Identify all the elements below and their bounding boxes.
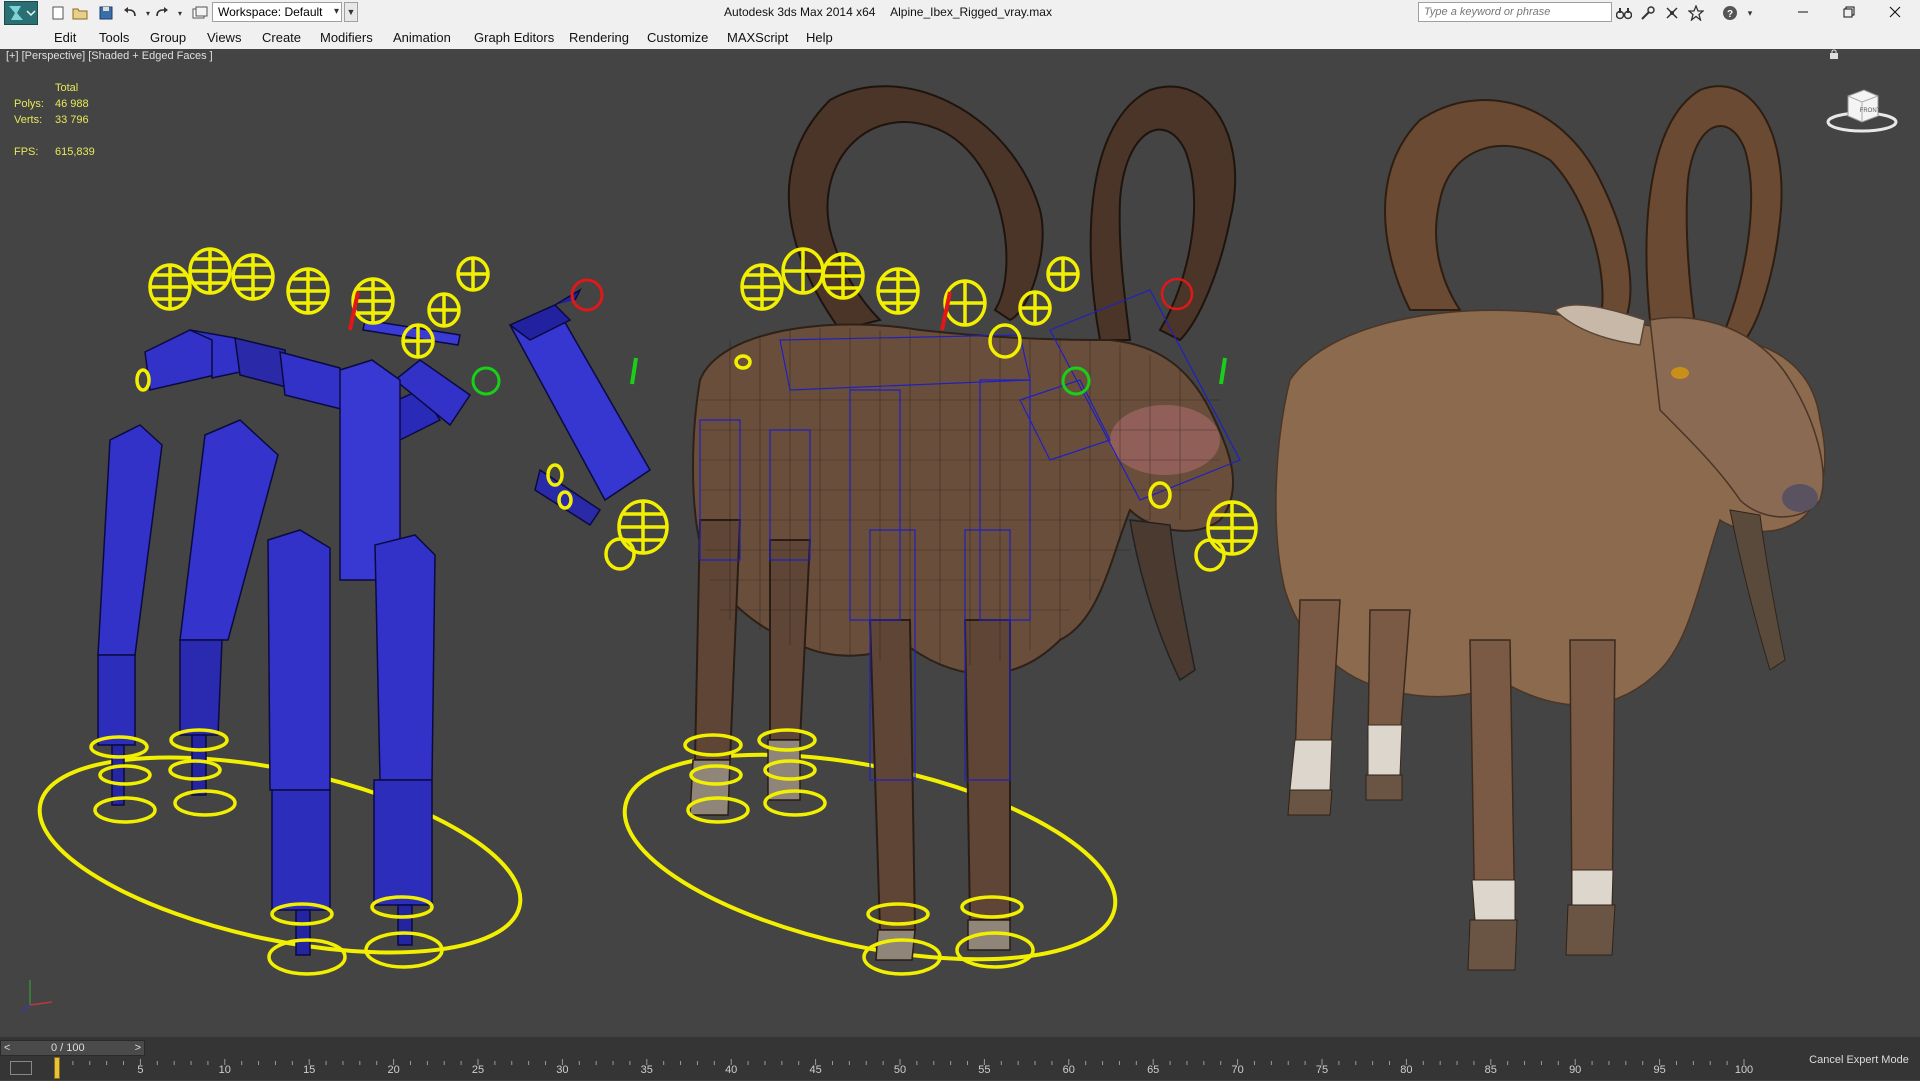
timeline-tick-label: 20 [387,1064,400,1076]
viewcube[interactable]: FRONT [1826,84,1898,134]
fps-value: 615,839 [55,146,95,158]
binoculars-icon[interactable] [1614,3,1634,23]
mesh-rig-ibex[interactable] [607,85,1258,997]
menu-item-tools[interactable]: Tools [99,30,129,45]
lock-icon[interactable] [1829,49,1839,59]
title-bar: ▾ ▾ Workspace: Default ▾ ▼ Autodesk 3ds … [0,0,1920,27]
viewport-scene[interactable] [0,49,1920,1037]
timeline-tick-label: 15 [303,1064,316,1076]
communication-center-icon[interactable] [1662,3,1682,23]
stats-total-header: Total [55,82,79,94]
cancel-expert-mode-button[interactable]: Cancel Expert Mode [1800,1049,1918,1071]
undo-icon[interactable] [120,3,140,23]
help-icon[interactable]: ? [1720,3,1740,23]
menu-item-animation[interactable]: Animation [393,30,451,45]
time-slider[interactable]: < 0 / 100 > [0,1040,145,1056]
save-file-icon[interactable] [96,3,116,23]
restore-button[interactable] [1826,0,1872,24]
3dsmax-logo-icon [9,6,36,20]
menu-item-maxscript[interactable]: MAXScript [727,30,788,45]
timeline-tick-label: 55 [978,1064,991,1076]
viewport-label[interactable]: [+] [Perspective] [Shaded + Edged Faces … [6,50,213,62]
close-icon [1889,6,1901,18]
timeline-tick-label: 85 [1484,1064,1497,1076]
subscription-center-icon[interactable] [1638,3,1658,23]
file-name: Alpine_Ibex_Rigged_vray.max [890,5,1052,19]
timeline-tick-label: 10 [218,1064,231,1076]
window-title: Autodesk 3ds Max 2014 x64 Alpine_Ibex_Ri… [724,5,1064,19]
frame-counter: 0 / 100 [51,1042,85,1054]
quick-access-customize-button[interactable]: ▼ [344,2,358,22]
timeline-tick-label: 100 [1734,1064,1754,1076]
favorites-star-icon[interactable] [1686,3,1706,23]
menu-item-graph-editors[interactable]: Graph Editors [474,30,554,45]
workspace-selector[interactable]: Workspace: Default ▾ [212,2,342,22]
timeline-tick-label: 80 [1400,1064,1413,1076]
menu-bar: Edit Tools Group Views Create Modifiers … [0,26,1920,50]
viewcube-face-label: FRONT [1860,108,1881,114]
mini-curve-editor-icon[interactable] [10,1061,32,1075]
timeline-tick-label: 65 [1147,1064,1160,1076]
minimize-button[interactable] [1780,0,1826,24]
fps-label: FPS: [14,146,39,158]
menu-item-edit[interactable]: Edit [54,30,76,45]
application-menu-button[interactable] [4,1,38,25]
prev-frame-button[interactable]: < [4,1041,10,1055]
search-input[interactable]: Type a keyword or phrase [1418,2,1612,22]
timeline-tick-label: 75 [1315,1064,1329,1076]
polys-label: Polys: [14,98,44,110]
menu-item-create[interactable]: Create [262,30,301,45]
timeline-tick-label: 70 [1231,1064,1244,1076]
timeline-tick-label: 40 [725,1064,738,1076]
menu-item-views[interactable]: Views [207,30,241,45]
timeline-tick-label: 30 [556,1064,569,1076]
polys-value: 46 988 [55,98,89,110]
axis-tripod-icon [21,980,53,1013]
redo-dropdown-icon[interactable]: ▾ [170,3,190,23]
next-frame-button[interactable]: > [135,1041,141,1055]
timeline-bar: < 0 / 100 > 5 10 15 20 25 30 35 40 45 50 55 60 65 70 7… [0,1037,1920,1080]
time-slider-thumb[interactable] [54,1057,60,1079]
timeline-tick-label: 50 [893,1064,907,1076]
timeline-tick-label: 5 [137,1064,144,1076]
menu-item-customize[interactable]: Customize [647,30,708,45]
textured-ibex[interactable] [1275,85,1826,971]
app-title: Autodesk 3ds Max 2014 x64 [724,5,876,19]
menu-item-rendering[interactable]: Rendering [569,30,629,45]
restore-icon [1843,6,1855,18]
redo-icon[interactable] [152,3,172,23]
timeline-tick-label: 25 [471,1064,485,1076]
minimize-icon [1798,11,1808,13]
timeline-tick-label: 90 [1569,1064,1582,1076]
menu-item-modifiers[interactable]: Modifiers [320,30,373,45]
new-file-icon[interactable] [48,3,68,23]
menu-item-help[interactable]: Help [806,30,833,45]
timeline-tick-label: 95 [1653,1064,1666,1076]
perspective-viewport[interactable]: [+] [Perspective] [Shaded + Edged Faces … [0,49,1920,1037]
verts-label: Verts: [14,114,43,126]
verts-value: 33 796 [55,114,89,126]
workspace-label: Workspace: Default [218,5,323,19]
timeline-tick-label: 45 [809,1064,822,1076]
chevron-down-icon: ▾ [333,6,339,17]
timeline-tick-label: 60 [1062,1064,1075,1076]
bone-rig[interactable] [23,247,669,989]
help-dropdown-icon[interactable]: ▾ [1740,3,1760,23]
open-file-icon[interactable] [70,3,90,23]
close-button[interactable] [1872,0,1918,24]
menu-item-group[interactable]: Group [150,30,186,45]
project-folder-icon[interactable] [190,3,210,23]
timeline-tick-label: 35 [640,1064,653,1076]
svg-text:?: ? [1727,9,1733,20]
